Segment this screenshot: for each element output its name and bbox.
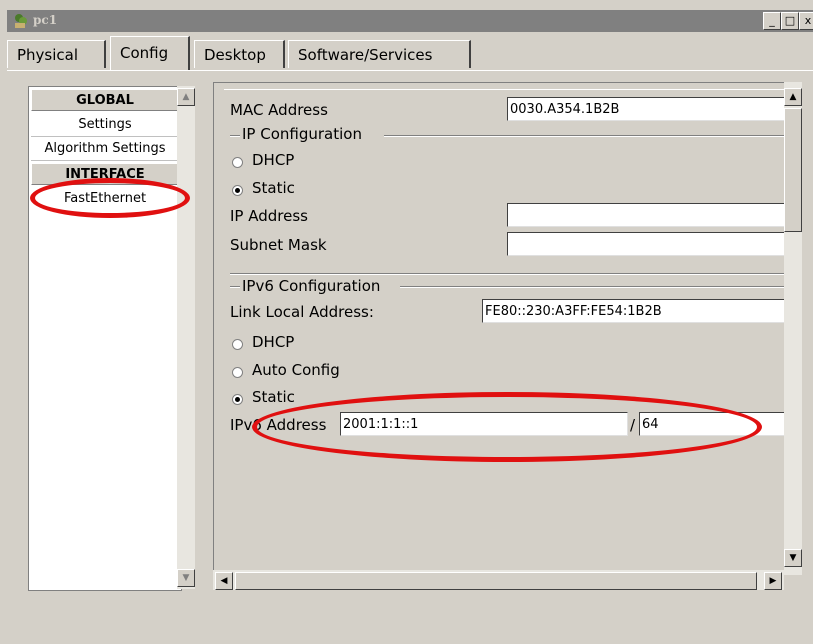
sidebar: GLOBAL Settings Algorithm Settings INTER… bbox=[28, 86, 182, 591]
vertical-scroll-thumb[interactable] bbox=[784, 108, 802, 232]
maximize-button[interactable]: □ bbox=[781, 12, 799, 30]
link-local-label: Link Local Address: bbox=[230, 303, 374, 321]
tab-software-services[interactable]: Software/Services bbox=[288, 40, 471, 68]
ipv6-configuration-label: IPv6 Configuration bbox=[242, 277, 381, 295]
ip-group-border-right bbox=[384, 135, 784, 137]
scroll-left-icon[interactable]: ◀ bbox=[215, 572, 233, 590]
minimize-button[interactable]: _ bbox=[763, 12, 781, 30]
title-bar[interactable]: pc1 _ □ x bbox=[7, 10, 813, 32]
link-local-field[interactable]: FE80::230:A3FF:FE54:1B2B bbox=[482, 299, 787, 323]
panel-top-border bbox=[224, 83, 784, 90]
ipv6-group-border-right bbox=[400, 286, 784, 288]
static-label: Static bbox=[252, 179, 295, 197]
dhcp-label: DHCP bbox=[252, 151, 295, 169]
sidebar-item-settings[interactable]: Settings bbox=[31, 113, 179, 137]
tab-bar: Physical Config Desktop Software/Service… bbox=[7, 36, 813, 72]
ipv6-dhcp-label: DHCP bbox=[252, 333, 295, 351]
interface-header: INTERFACE bbox=[31, 163, 179, 185]
dhcp-radio[interactable] bbox=[232, 157, 243, 168]
ipv6-dhcp-radio[interactable] bbox=[232, 339, 243, 350]
ipv6-prefix-field[interactable]: 64 bbox=[639, 412, 787, 436]
global-header: GLOBAL bbox=[31, 89, 179, 111]
tab-physical[interactable]: Physical bbox=[7, 40, 106, 68]
scroll-up-icon[interactable]: ▲ bbox=[177, 88, 195, 106]
config-vertical-scrollbar[interactable]: ▲ ▼ bbox=[784, 82, 802, 575]
scroll-down-icon[interactable]: ▼ bbox=[177, 569, 195, 587]
static-radio[interactable] bbox=[232, 185, 243, 196]
ip-configuration-label: IP Configuration bbox=[242, 125, 362, 143]
sidebar-item-algorithm-settings[interactable]: Algorithm Settings bbox=[31, 137, 179, 161]
ip-group-border bbox=[230, 135, 240, 137]
ip-address-label: IP Address bbox=[230, 207, 308, 225]
ip-group-bottom-border bbox=[230, 273, 790, 275]
tab-config[interactable]: Config bbox=[110, 36, 190, 70]
ipv6-static-radio[interactable] bbox=[232, 394, 243, 405]
ipv6-address-field[interactable]: 2001:1:1::1 bbox=[340, 412, 628, 436]
pc-icon bbox=[15, 14, 27, 28]
close-button[interactable]: x bbox=[799, 12, 813, 30]
mac-address-label: MAC Address bbox=[230, 101, 328, 119]
window-title: pc1 bbox=[33, 13, 58, 27]
config-panel: MAC Address 0030.A354.1B2B IP Configurat… bbox=[213, 82, 795, 576]
ipv6-address-label: IPv6 Address bbox=[230, 416, 327, 434]
tab-desktop[interactable]: Desktop bbox=[194, 40, 285, 68]
pc1-window: pc1 _ □ x Physical Config Desktop Softwa… bbox=[0, 0, 813, 644]
config-horizontal-scrollbar[interactable]: ◀ ▶ bbox=[213, 570, 784, 590]
mac-address-field[interactable]: 0030.A354.1B2B bbox=[507, 97, 787, 121]
subnet-mask-field[interactable] bbox=[507, 232, 787, 256]
scroll-down-icon[interactable]: ▼ bbox=[784, 549, 802, 567]
ipv6-static-label: Static bbox=[252, 388, 295, 406]
sidebar-item-fastethernet[interactable]: FastEthernet bbox=[31, 187, 179, 211]
ipv6-auto-config-label: Auto Config bbox=[252, 361, 340, 379]
sidebar-scrollbar[interactable]: ▲ ▼ bbox=[177, 86, 195, 589]
ip-address-field[interactable] bbox=[507, 203, 787, 227]
horizontal-scroll-thumb[interactable] bbox=[235, 572, 757, 590]
ipv6-group-border bbox=[230, 286, 240, 288]
tab-divider bbox=[7, 70, 813, 71]
subnet-mask-label: Subnet Mask bbox=[230, 236, 327, 254]
prefix-separator: / bbox=[630, 416, 636, 434]
scroll-right-icon[interactable]: ▶ bbox=[764, 572, 782, 590]
scroll-up-icon[interactable]: ▲ bbox=[784, 88, 802, 106]
ipv6-auto-config-radio[interactable] bbox=[232, 367, 243, 378]
